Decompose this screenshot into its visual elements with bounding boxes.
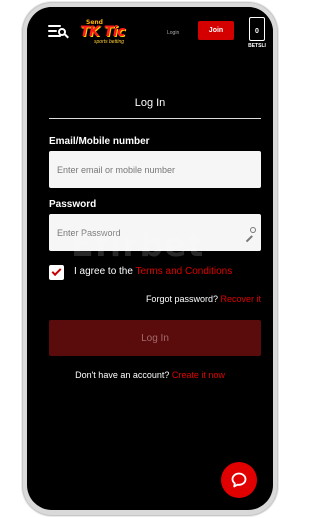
top-bar: Send TK Tic sports betting Login Join 0 …: [27, 7, 273, 51]
chat-icon: [231, 472, 247, 488]
betslip-label: BETSLI: [248, 43, 266, 49]
check-icon: [51, 266, 62, 277]
betslip-button[interactable]: 0 BETSLI: [246, 17, 268, 49]
forgot-prefix: Forgot password?: [145, 294, 221, 304]
password-label: Password: [49, 199, 97, 210]
betslip-count: 0: [255, 28, 259, 35]
terms-text: I agree to the Terms and Conditions: [74, 266, 232, 277]
page-title: Log In: [134, 97, 166, 109]
login-button[interactable]: Log In: [49, 320, 261, 356]
title-divider: [49, 118, 261, 119]
email-label: Email/Mobile number: [49, 136, 150, 147]
forgot-password: Forgot password? Recover it: [146, 294, 261, 304]
signup-prefix: Don't have an account?: [75, 370, 172, 380]
brand-logo[interactable]: Send TK Tic sports betting: [80, 19, 144, 45]
recover-link[interactable]: Recover it: [220, 294, 261, 304]
chat-button[interactable]: [221, 462, 257, 498]
terms-link[interactable]: Terms and Conditions: [136, 266, 233, 277]
email-field[interactable]: Enter email or mobile number: [49, 151, 261, 188]
menu-search-icon[interactable]: [48, 24, 69, 40]
watermark: Efirbet: [71, 225, 205, 264]
create-account-link[interactable]: Create it now: [172, 370, 225, 380]
logo-line2: TK Tic: [80, 24, 125, 40]
logo-line3: sports betting: [94, 39, 125, 45]
signup-prompt: Don't have an account? Create it now: [27, 370, 273, 380]
email-placeholder: Enter email or mobile number: [57, 164, 176, 175]
app-screen: Send TK Tic sports betting Login Join 0 …: [27, 7, 273, 510]
join-button[interactable]: Join: [198, 21, 234, 40]
terms-checkbox[interactable]: [49, 265, 64, 280]
terms-prefix: I agree to the: [74, 266, 136, 277]
key-icon[interactable]: [244, 227, 256, 242]
login-link[interactable]: Login: [167, 30, 179, 36]
